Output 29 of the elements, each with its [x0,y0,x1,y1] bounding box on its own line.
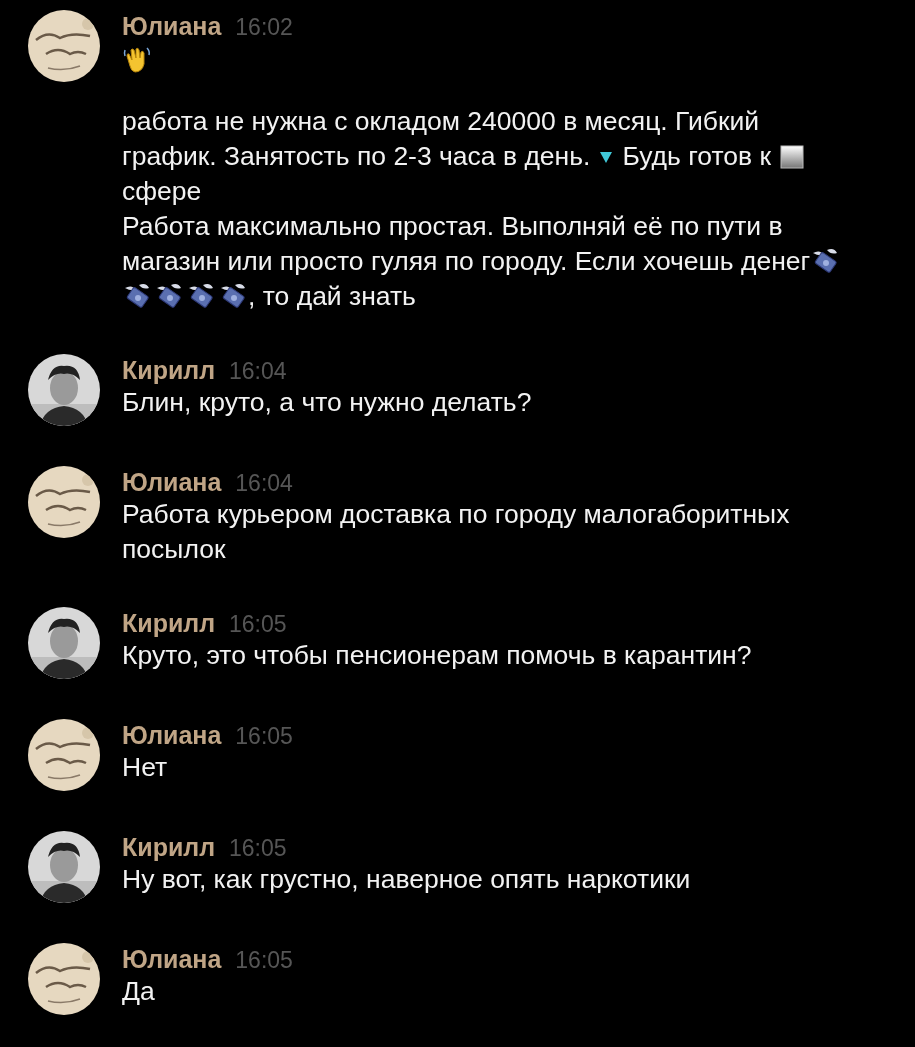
author-name: Юлиана [122,12,222,40]
message-text: Нет [122,751,168,784]
author-name: Кирилл [122,609,216,637]
message-text: Будь готов к [622,140,772,173]
message-text: Блин, круто, а что нужно делать? [122,386,532,419]
message-text: Ну вот, как грустно, наверное опять наркотики [122,863,691,896]
message-text: магазин или просто гуляя по городу. Если хочешь денег [122,245,811,278]
message-time: 16:04 [229,357,287,385]
message-time: 16:05 [235,722,293,750]
message-text: посылок [122,533,226,566]
message-time: 16:05 [229,834,287,862]
message-text: Круто, это чтобы пенсионерам помочь в карантин? [122,639,752,672]
square-icon [779,143,806,170]
message-text: работа не нужна с окладом 240000 в месяц. Гибкий [122,105,760,138]
message-text: Работа максимально простая. Выполняй её по пути в [122,210,783,243]
message-time: 16:04 [235,469,293,497]
message-time: 16:02 [235,13,293,41]
message-text: Работа курьером доставка по городу малогаборитных [122,498,790,531]
message-text: Да [122,975,155,1008]
message-text: , то дай знать [248,280,416,313]
author-name: Юлиана [122,468,222,496]
message-text: сфере [122,175,202,208]
author-name: Юлиана [122,945,222,973]
message-time: 16:05 [235,946,293,974]
message-text: график. Занятость по 2-3 часа в день. [122,140,591,173]
message-time: 16:05 [229,610,287,638]
author-name: Кирилл [122,833,216,861]
author-name: Кирилл [122,356,216,384]
author-name: Юлиана [122,721,222,749]
